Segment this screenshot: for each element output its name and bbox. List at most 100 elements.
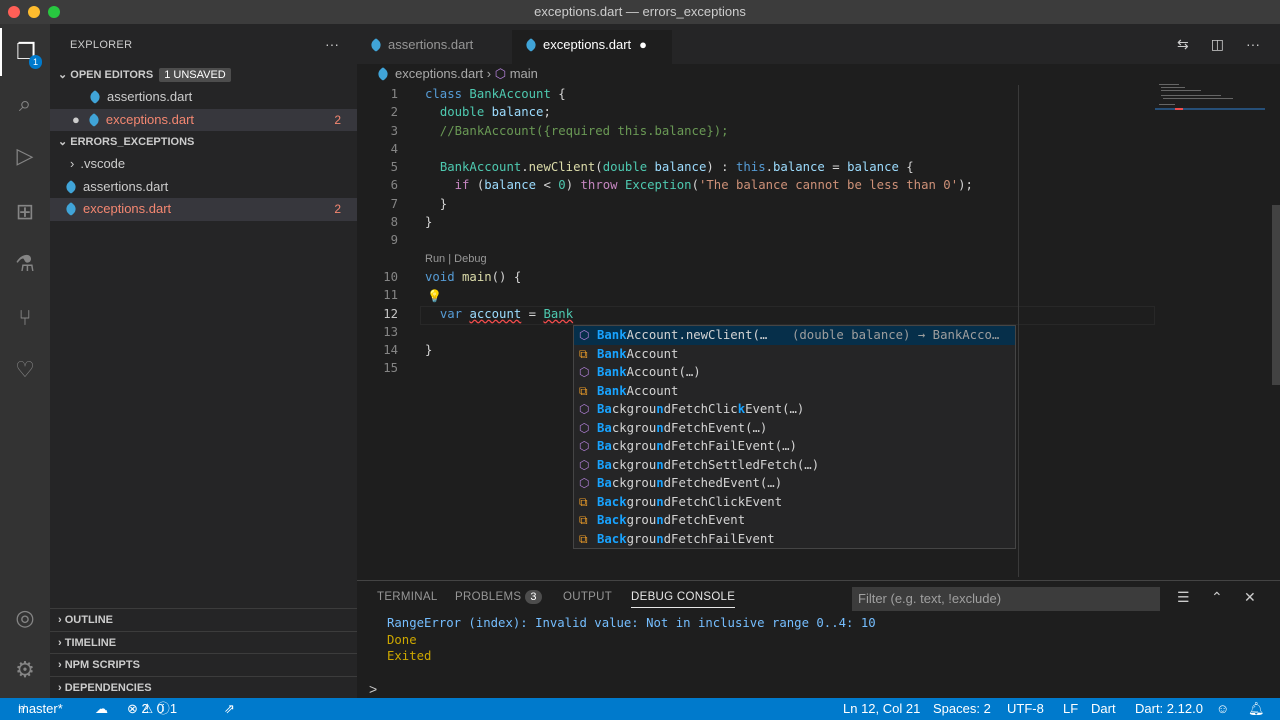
console-prompt[interactable]: > [369, 681, 377, 697]
tab-exceptions[interactable]: exceptions.dart ● [512, 30, 672, 64]
search-icon[interactable]: ⌕ [0, 80, 50, 128]
code-line: 11 [357, 286, 1157, 304]
folder-header[interactable]: ⌄ ERRORS_EXCEPTIONS [50, 131, 357, 153]
timeline-section[interactable]: › TIMELINE [50, 630, 357, 654]
open-editor-item[interactable]: ● exceptions.dart 2 [50, 108, 357, 131]
code-token: . [765, 160, 774, 175]
unsaved-dot-icon[interactable]: ● [639, 37, 647, 52]
outline-section[interactable]: › OUTLINE [50, 608, 357, 631]
match-highlight: n [656, 457, 664, 472]
dart-file-icon [368, 37, 384, 53]
section-label: TIMELINE [64, 636, 117, 649]
code-token: { [898, 160, 914, 175]
breadcrumb-file[interactable]: exceptions.dart [395, 66, 483, 81]
code-line: 9 [357, 231, 1157, 249]
encoding[interactable]: UTF-8 [1007, 698, 1044, 720]
close-window-button[interactable] [8, 6, 20, 18]
match-highlight: Ba [597, 476, 612, 490]
run-debug-icon[interactable]: ▷ [0, 132, 50, 180]
file-item[interactable]: assertions.dart [50, 176, 357, 199]
console-line: RangeError (index): Invalid value: Not i… [387, 616, 876, 630]
maximize-panel-icon[interactable]: ⌃ [1211, 589, 1223, 606]
cursor-position[interactable]: Ln 12, Col 21 [843, 698, 920, 720]
sync-icon[interactable]: ☁ [95, 698, 108, 720]
testing-icon[interactable]: ⚗ [0, 240, 50, 288]
minimize-window-button[interactable] [28, 6, 40, 18]
clear-console-icon[interactable]: ☰ [1177, 589, 1190, 606]
suggestion-item[interactable]: ⧉ BackgroundFetchEvent [574, 511, 1015, 530]
suggestion-item[interactable]: ⬡ BankAccount(…) [574, 363, 1015, 382]
tab-terminal[interactable]: TERMINAL [377, 591, 438, 603]
language-mode[interactable]: Dart [1091, 698, 1116, 720]
autocomplete-suggestions: ⬡ BankAccount.newClient(… (double balance)… [573, 325, 1016, 549]
suggestion-item[interactable]: ⬡ BackgroundFetchedEvent(…) [574, 474, 1015, 493]
file-item[interactable]: exceptions.dart 2 [50, 198, 357, 221]
suggestion-item[interactable]: ⬡ BackgroundFetchClickEvent(…) [574, 400, 1015, 419]
source-control-icon[interactable]: ⑂ [0, 294, 50, 342]
suggestion-item[interactable]: ⧉ BackgroundFetchFailEvent [574, 530, 1015, 549]
code-token: main [462, 269, 492, 284]
feedback-icon[interactable]: ☺ [1216, 698, 1229, 720]
compare-changes-icon[interactable]: ⇆ [1177, 36, 1189, 53]
lightbulb-icon[interactable]: 💡 [427, 289, 442, 303]
line-number: 2 [390, 105, 398, 120]
accounts-icon[interactable]: ◎ [0, 594, 50, 642]
extensions-icon[interactable]: ⊞ [0, 188, 50, 236]
tab-output[interactable]: OUTPUT [563, 591, 612, 603]
problems-count-badge: 3 [525, 590, 542, 604]
suggestion-text: Account [626, 383, 679, 398]
dependencies-section[interactable]: › DEPENDENCIES [50, 675, 357, 699]
constructor-icon: ⬡ [579, 476, 590, 490]
breadcrumb-symbol[interactable]: main [510, 66, 538, 81]
live-share-icon[interactable]: ⇗ [224, 698, 235, 720]
line-text: if (balance < 0) throw Exception('The ba… [425, 176, 973, 194]
more-actions-icon[interactable]: ··· [325, 36, 339, 52]
match-highlight: Bank [597, 383, 627, 398]
suggestion-item[interactable]: ⬡ BackgroundFetchFailEvent(…) [574, 437, 1015, 456]
zoom-window-button[interactable] [48, 6, 60, 18]
suggestion-item[interactable]: ⬡ BackgroundFetchSettledFetch(…) [574, 456, 1015, 475]
console-filter-input[interactable]: Filter (e.g. text, !exclude) [852, 587, 1160, 611]
indentation[interactable]: Spaces: 2 [933, 698, 991, 720]
class-icon: ⧉ [579, 383, 588, 398]
suggestion-item[interactable]: ⧉ BankAccount [574, 382, 1015, 401]
code-line: 6 if (balance < 0) throw Exception('The … [357, 176, 1157, 194]
editor-tabs: assertions.dart exceptions.dart ● ⇆ ◫ ··· [357, 24, 1280, 64]
warning-count: 0 [156, 701, 165, 716]
npm-scripts-section[interactable]: › NPM SCRIPTS [50, 653, 357, 676]
tab-assertions[interactable]: assertions.dart [357, 30, 512, 64]
match-highlight: n [656, 402, 664, 416]
explorer-icon[interactable]: ❐ 1 [0, 28, 50, 76]
open-editors-header[interactable]: ⌄ OPEN EDITORS 1 UNSAVED [50, 64, 357, 86]
suggestion-item[interactable]: ⬡ BankAccount.newClient(… (double balance)… [574, 326, 1015, 345]
suggestion-item[interactable]: ⧉ BankAccount [574, 345, 1015, 364]
code-token: () { [491, 269, 522, 284]
tab-problems[interactable]: PROBLEMS 3 [455, 590, 542, 604]
line-ending[interactable]: LF [1063, 698, 1078, 720]
editor-scrollbar[interactable] [1272, 205, 1280, 385]
window-title: exceptions.dart — errors_exceptions [534, 4, 746, 19]
codelens-run-debug[interactable]: Run | Debug [357, 250, 1157, 268]
suggestion-item[interactable]: ⬡ BackgroundFetchEvent(…) [574, 419, 1015, 438]
file-name: exceptions.dart [105, 111, 195, 127]
code-token: . [521, 160, 529, 175]
line-number: 7 [390, 196, 398, 211]
folder-item[interactable]: › .vscode [50, 153, 357, 176]
close-panel-icon[interactable]: ✕ [1244, 589, 1256, 606]
remote-explorer-icon[interactable]: ♡ [0, 346, 50, 394]
settings-gear-icon[interactable]: ⚙ [0, 646, 50, 694]
notifications-bell-icon[interactable]: 🔔︎ [1248, 698, 1265, 720]
unsaved-dot-icon[interactable]: ● [72, 112, 80, 127]
split-editor-icon[interactable]: ◫ [1211, 36, 1224, 53]
open-editor-item[interactable]: assertions.dart [50, 86, 357, 109]
problems-status[interactable]: ⊗ 2 ⚠ 0 ⓘ 1 [127, 698, 177, 720]
minimap[interactable] [1155, 82, 1265, 122]
suggestion-text: Event(…) [745, 402, 805, 416]
dart-sdk-version[interactable]: Dart: 2.12.0 [1135, 698, 1203, 720]
tab-debug-console[interactable]: DEBUG CONSOLE [631, 591, 736, 608]
code-line: 1 class BankAccount { [357, 85, 1157, 103]
more-actions-icon[interactable]: ··· [1246, 36, 1260, 53]
suggestion-item[interactable]: ⧉ BackgroundFetchClickEvent [574, 493, 1015, 512]
suggestion-text: dFetchEvent(…) [663, 420, 768, 435]
